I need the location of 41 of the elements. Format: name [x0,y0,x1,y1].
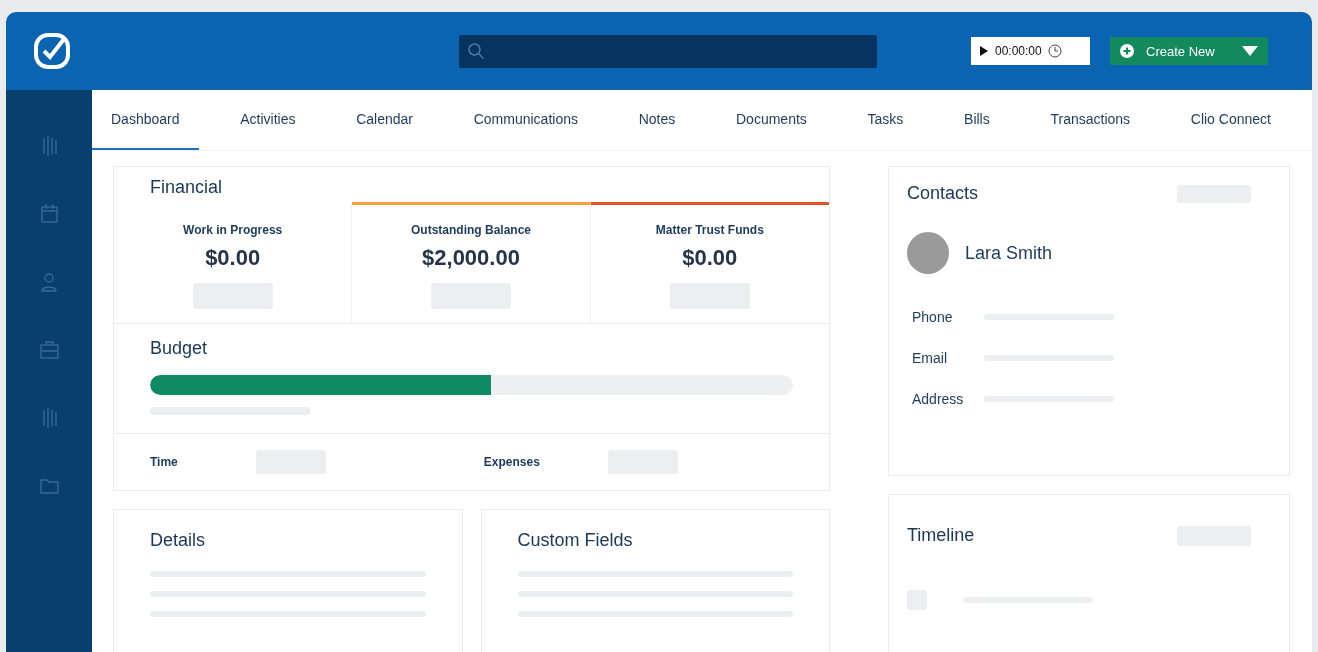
field-label: Phone [912,308,954,325]
search-field[interactable] [459,34,877,68]
timer-button[interactable]: 00:00:00 [971,37,1090,65]
card-title: Timeline [907,525,975,546]
expenses-label: Expenses [483,455,540,469]
clock-icon [1047,44,1062,58]
play-icon [979,46,989,56]
person-icon[interactable] [38,270,60,294]
checkmark-logo-icon[interactable] [32,31,72,71]
contact-name[interactable]: Lara Smith [965,242,1053,264]
field-label: Address [912,390,965,407]
create-new-button[interactable]: Create New [1110,37,1268,65]
plus-icon [1120,44,1134,58]
tab[interactable]: Notes [619,90,695,150]
card-title: Custom Fields [517,530,634,551]
tab[interactable]: Tasks [848,90,923,150]
metric-amount: $0.00 [205,245,261,271]
tab[interactable]: Activities [221,90,315,150]
caret-icon [1242,46,1258,56]
metric-label: Work in Progress [183,223,283,237]
card-title: Budget [150,338,209,359]
card-title: Contacts [907,183,979,204]
tab[interactable]: Clio Connect [1171,90,1290,150]
metric-amount: $2,000.00 [422,245,520,271]
card-title: Financial [150,177,224,198]
briefcase-icon[interactable] [38,338,60,362]
metric-label: Matter Trust Funds [655,223,764,237]
calendar-icon[interactable] [38,202,60,226]
tab[interactable]: Calendar [337,90,432,150]
tab[interactable]: Dashboard [92,90,199,150]
search-icon [467,42,485,60]
field-label: Email [912,349,948,366]
tab[interactable]: Documents [717,90,826,150]
avatar [907,232,949,274]
metric-amount: $0.00 [682,245,738,271]
tab[interactable]: Transactions [1031,90,1150,150]
card-title: Details [150,530,207,551]
tab[interactable]: Bills [945,90,1009,150]
metric-label: Outstanding Balance [410,223,531,237]
time-label: Time [150,455,178,469]
tab[interactable]: Communications [454,90,597,150]
